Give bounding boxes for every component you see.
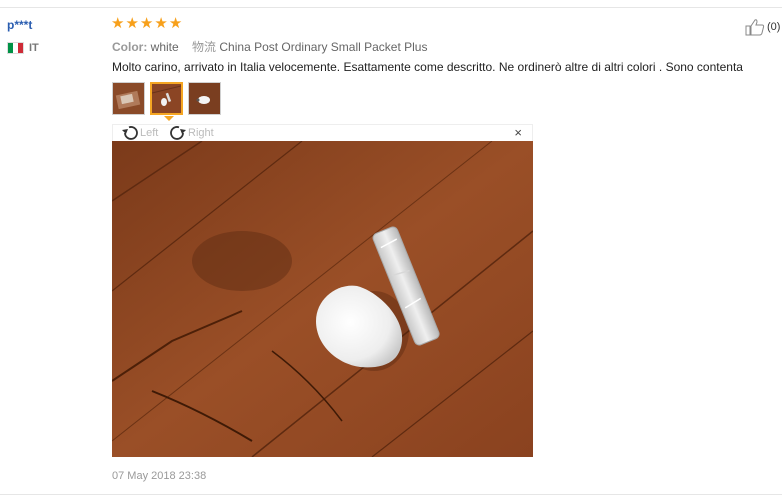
color-value: white [150,40,179,54]
star-icon: ★ [125,15,139,32]
shipping-value: China Post Ordinary Small Packet Plus [219,40,428,54]
helpful-count: (0) [767,21,781,33]
reviewer-country: IT [7,42,39,54]
star-icon: ★ [111,15,125,32]
review-thumbnail-active[interactable] [150,82,183,115]
rotate-left-label: Left [140,127,159,139]
country-code: IT [29,42,39,54]
rotate-right-label: Right [188,127,214,139]
thumbs-up-icon [745,19,765,36]
color-label: Color: [112,40,148,54]
review-text: Molto carino, arrivato in Italia velocem… [112,60,743,74]
star-rating: ★ ★ ★ ★ ★ [111,16,182,32]
star-icon: ★ [139,15,154,32]
active-thumbnail-indicator [164,116,174,121]
rotate-right-icon [170,126,186,140]
helpful-button[interactable]: (0) [745,18,780,36]
rotate-right-button[interactable]: Right [169,125,214,141]
review-thumbnail[interactable] [112,82,145,115]
star-icon: ★ [168,15,183,32]
reviewer-name[interactable]: p***t [7,18,32,32]
top-divider [0,7,782,8]
review-thumbnail[interactable] [188,82,221,115]
bottom-divider [0,494,782,495]
image-viewer-toolbar: Left Right × [112,124,533,141]
review-meta: Color: white 物流 China Post Ordinary Smal… [112,38,427,55]
italy-flag-icon [7,42,24,54]
rotate-left-button[interactable]: Left [121,125,158,141]
review-photo-enlarged [112,141,533,457]
rotate-left-icon [122,126,138,140]
star-icon: ★ [154,15,168,32]
close-icon[interactable]: × [514,126,522,140]
review-thumbnails [112,82,221,115]
review-date: 07 May 2018 23:38 [112,470,207,482]
shipping-label: 物流 [192,40,217,54]
